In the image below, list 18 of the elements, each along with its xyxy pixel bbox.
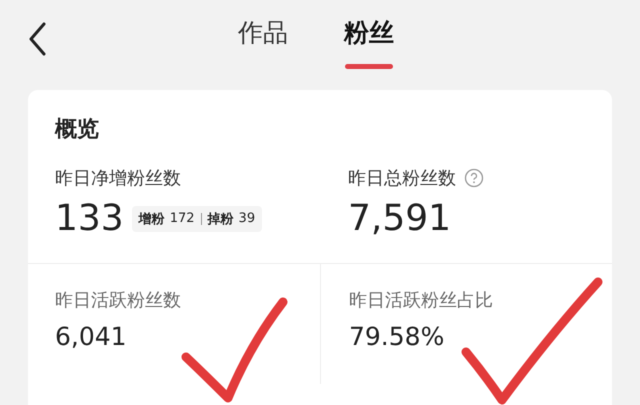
help-icon[interactable] [464, 168, 484, 188]
change-label: 掉粉 [208, 210, 234, 228]
tab[interactable]: 作品 [238, 16, 288, 53]
stat-label: 昨日总粉丝数 [348, 167, 456, 190]
stat-value: 6,041 [55, 322, 128, 351]
stat-label: 昨日净增粉丝数 [55, 167, 181, 190]
tab-underline [345, 64, 393, 69]
change-label: 增粉 [138, 210, 165, 228]
stat-label: 昨日活跃粉丝占比 [349, 289, 494, 312]
stat-label: 昨日活跃粉丝数 [55, 289, 182, 312]
back-icon[interactable] [28, 22, 46, 56]
change-value: 39 [238, 211, 256, 226]
tab[interactable]: 粉丝 [344, 16, 394, 53]
stat-value: 7,591 [348, 198, 452, 239]
change-value: 172 [170, 211, 195, 226]
stat-value: 79.58% [349, 322, 446, 351]
stat-value: 133 [55, 198, 124, 239]
section-title: 概览 [55, 116, 100, 144]
